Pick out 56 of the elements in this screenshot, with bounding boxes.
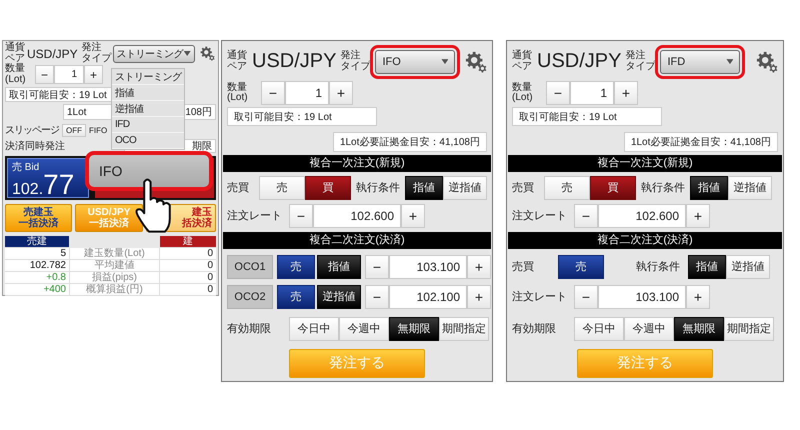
- field-label: タイプ: [625, 62, 656, 72]
- field-label: 発注: [340, 51, 361, 62]
- table-cell: 102.782: [5, 260, 69, 272]
- available-lots-field: 取引可能目安：19 Lot: [512, 107, 662, 126]
- table-header: 建: [160, 236, 216, 248]
- field-label: 通貨ペア: [512, 51, 532, 72]
- field-label: 108円: [185, 106, 212, 119]
- field-label: 注文レート: [512, 208, 568, 224]
- field-label: 有効期限: [227, 322, 272, 336]
- field-label: 数量 (Lot): [5, 64, 27, 85]
- required-margin-field: 1Lot必要証拠金目安：41,108円: [624, 132, 778, 152]
- field-label: タイプ: [82, 54, 112, 64]
- table-cell: 建玉数量(Lot): [69, 248, 160, 260]
- field-label: 有効期限: [512, 322, 557, 336]
- table-cell: +400: [5, 284, 69, 296]
- table-cell: 平均建値: [69, 260, 160, 272]
- field-label: 数量 (Lot): [227, 82, 249, 104]
- field-label: 決済同時発注: [5, 140, 65, 153]
- table-cell: 5: [5, 248, 69, 260]
- table-cell: 損益(pips): [69, 272, 160, 284]
- field-label: 執行条件: [641, 181, 685, 196]
- oco-label: OCO2: [227, 284, 273, 309]
- bid-label: 売 Bid: [12, 160, 40, 174]
- field-label: 数量 (Lot): [512, 82, 534, 104]
- field-label: スリッページ: [5, 124, 59, 137]
- currency-pair: USD/JPY: [27, 46, 78, 60]
- section-header: 複合二次注文(決済): [508, 232, 782, 249]
- table-cell: 0: [160, 260, 216, 272]
- available-lots-field: 取引可能目安：19 Lot: [227, 107, 377, 126]
- table-header: 売建: [5, 236, 69, 248]
- field-label: タイプ: [340, 62, 370, 72]
- field-label: 通貨ペア: [5, 43, 25, 64]
- field-label: 執行条件: [356, 181, 400, 196]
- field-label: 発注: [82, 43, 102, 54]
- required-margin-field: 1Lot必要証拠金目安：41,108円: [332, 132, 487, 152]
- table-cell: 概算損益(円): [69, 284, 160, 296]
- field-label: 売買: [227, 181, 250, 196]
- field-label: 注文レート: [227, 208, 283, 224]
- field-label: 通貨ペア: [227, 51, 247, 72]
- section-header: 複合二次注文(決済): [223, 232, 491, 249]
- table-cell: +0.8: [5, 272, 69, 284]
- field-label: 注文レート: [512, 290, 568, 304]
- section-header: 複合一次注文(新規): [223, 154, 491, 172]
- table-cell: 0: [160, 248, 216, 260]
- field-label: 1Lot: [67, 106, 86, 118]
- oco-label: OCO1: [227, 254, 273, 279]
- field-label: 発注: [625, 51, 646, 62]
- currency-pair: USD/JPY: [537, 50, 622, 74]
- field-label: 売買: [512, 260, 535, 274]
- section-header: 複合一次注文(新規): [508, 154, 782, 172]
- table-cell: 0: [160, 272, 216, 284]
- field-label: FIFO: [89, 126, 108, 134]
- currency-pair: USD/JPY: [252, 50, 336, 74]
- table-cell: 0: [160, 284, 216, 296]
- field-label: 売買: [512, 181, 535, 196]
- field-label: 執行条件: [636, 260, 680, 274]
